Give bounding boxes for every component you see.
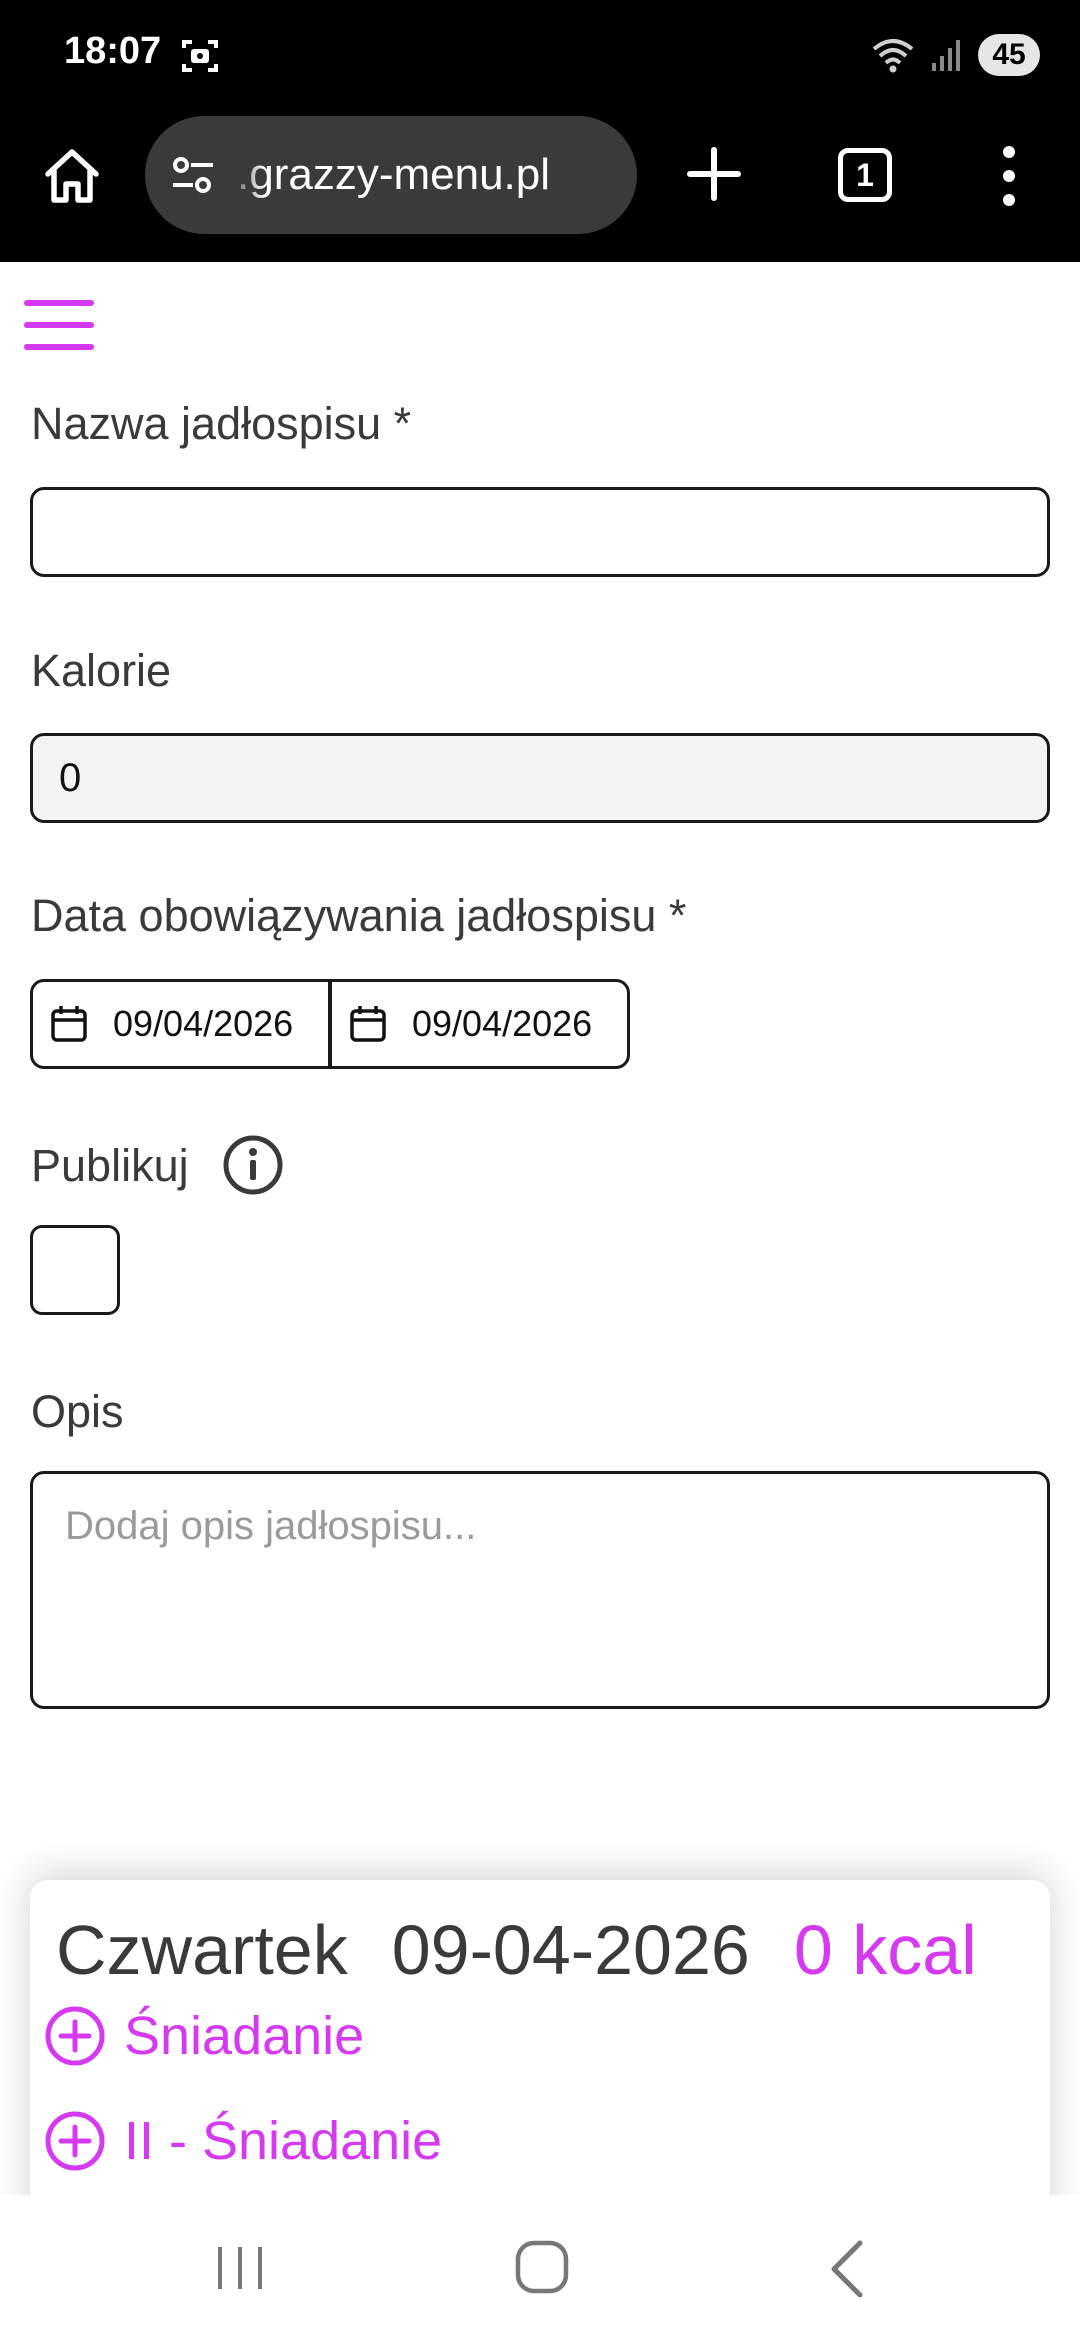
- plus-icon[interactable]: [684, 144, 744, 204]
- back-icon[interactable]: [826, 2239, 866, 2299]
- date-from-value: 09/04/2026: [113, 1003, 294, 1044]
- url-text: .grazzy-menu.pl: [237, 150, 551, 199]
- nav-home-icon[interactable]: [514, 2239, 570, 2295]
- wifi-icon: [872, 39, 914, 73]
- browser-toolbar: .grazzy-menu.pl 1: [0, 110, 1080, 262]
- tune-icon[interactable]: [167, 149, 219, 201]
- tab-switcher-button[interactable]: 1: [838, 148, 892, 202]
- day-date: 09-04-2026: [391, 1911, 750, 1989]
- meal-label: Śniadanie: [124, 2006, 365, 2066]
- calendar-icon: [350, 1006, 386, 1042]
- screen: 18:07 45 .grazzy-menu.pl 1 Nazwa jadłosp…: [0, 0, 1080, 2340]
- meal-row[interactable]: Śniadanie: [44, 2005, 364, 2067]
- name-input[interactable]: [30, 487, 1050, 577]
- calories-input[interactable]: 0: [30, 733, 1050, 823]
- day-name: Czwartek: [56, 1911, 348, 1989]
- day-kcal: 0 kcal: [793, 1911, 977, 1989]
- date-to-field[interactable]: 09/04/2026: [328, 982, 627, 1066]
- date-range-picker: 09/04/2026 09/04/2026: [30, 979, 630, 1069]
- calendar-icon: [51, 1006, 87, 1042]
- date-to-value: 09/04/2026: [412, 1003, 593, 1044]
- hamburger-menu-icon[interactable]: [24, 300, 94, 350]
- status-bar: 18:07 45: [0, 0, 1080, 110]
- tab-count: 1: [856, 156, 874, 193]
- signal-icon: [932, 40, 960, 71]
- publish-label: Publikuj: [31, 1140, 189, 1191]
- date-label: Data obowiązywania jadłospisu *: [31, 890, 687, 941]
- recents-icon[interactable]: [214, 2243, 266, 2293]
- description-textarea[interactable]: Dodaj opis jadłospisu...: [30, 1471, 1050, 1709]
- calories-label: Kalorie: [31, 645, 172, 696]
- publish-checkbox[interactable]: [30, 1225, 120, 1315]
- description-label: Opis: [31, 1386, 124, 1437]
- name-label: Nazwa jadłospisu *: [31, 398, 412, 449]
- url-fade: [225, 116, 265, 234]
- date-from-field[interactable]: 09/04/2026: [33, 982, 328, 1066]
- add-circle-icon: [45, 2111, 105, 2171]
- battery-indicator: 45: [978, 34, 1040, 76]
- home-icon[interactable]: [40, 144, 104, 208]
- info-icon[interactable]: [222, 1134, 284, 1196]
- screen-record-icon: [182, 40, 218, 72]
- day-header: Czwartek 09-04-2026 0 kcal: [56, 1910, 1036, 1990]
- meal-label: II - Śniadanie: [124, 2111, 443, 2171]
- add-circle-icon: [45, 2006, 105, 2066]
- status-right: 45: [870, 30, 1040, 80]
- status-time: 18:07: [64, 30, 162, 72]
- more-vert-icon[interactable]: [994, 144, 1024, 208]
- address-bar[interactable]: .grazzy-menu.pl: [145, 116, 637, 234]
- system-nav-bar: [0, 2195, 1080, 2340]
- meal-row[interactable]: II - Śniadanie: [44, 2110, 442, 2172]
